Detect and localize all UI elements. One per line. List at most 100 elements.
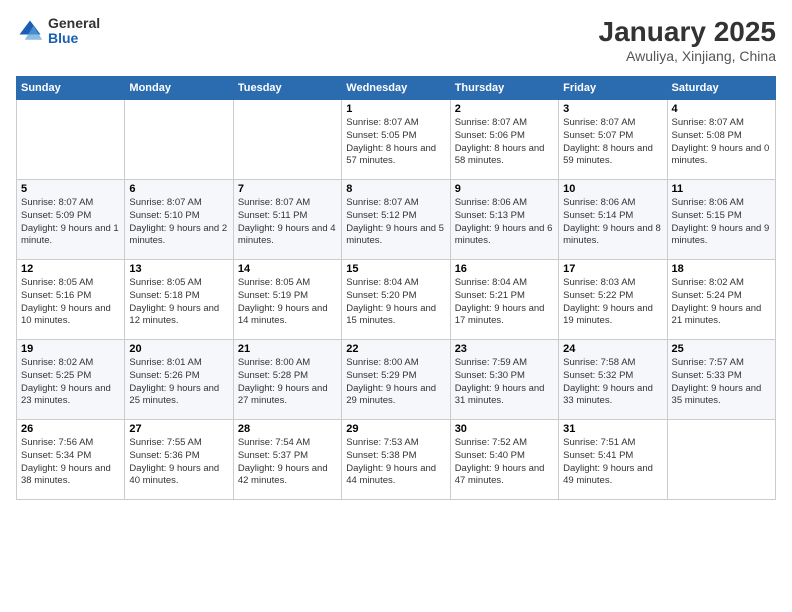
calendar-cell: 13 Sunrise: 8:05 AM Sunset: 5:18 PM Dayli… [125, 260, 233, 340]
calendar-cell: 21 Sunrise: 8:00 AM Sunset: 5:28 PM Dayli… [233, 340, 341, 420]
week-row-3: 12 Sunrise: 8:05 AM Sunset: 5:16 PM Dayli… [17, 260, 776, 340]
day-info: Sunrise: 8:07 AM Sunset: 5:08 PM Dayligh… [672, 117, 771, 168]
weekday-header-sunday: Sunday [17, 77, 125, 100]
day-info: Sunrise: 7:57 AM Sunset: 5:33 PM Dayligh… [672, 357, 771, 408]
logo: General Blue [16, 16, 100, 47]
day-number: 28 [238, 423, 337, 435]
calendar-cell [17, 100, 125, 180]
day-info: Sunrise: 8:00 AM Sunset: 5:29 PM Dayligh… [346, 357, 445, 408]
day-info: Sunrise: 8:07 AM Sunset: 5:05 PM Dayligh… [346, 117, 445, 168]
day-number: 20 [129, 343, 228, 355]
location-title: Awuliya, Xinjiang, China [599, 48, 776, 64]
day-number: 15 [346, 263, 445, 275]
day-number: 31 [563, 423, 662, 435]
calendar-cell: 5Sunrise: 8:07 AM Sunset: 5:09 PM Daylig… [17, 180, 125, 260]
calendar-cell: 12 Sunrise: 8:05 AM Sunset: 5:16 PM Dayli… [17, 260, 125, 340]
calendar-table: SundayMondayTuesdayWednesdayThursdayFrid… [16, 76, 776, 500]
day-number: 9 [455, 183, 554, 195]
day-number: 12 [21, 263, 120, 275]
day-info: Sunrise: 7:59 AM Sunset: 5:30 PM Dayligh… [455, 357, 554, 408]
calendar-cell: 24 Sunrise: 7:58 AM Sunset: 5:32 PM Dayli… [559, 340, 667, 420]
day-number: 2 [455, 103, 554, 115]
weekday-header-thursday: Thursday [450, 77, 558, 100]
day-number: 30 [455, 423, 554, 435]
day-info: Sunrise: 8:07 AM Sunset: 5:11 PM Dayligh… [238, 197, 337, 248]
day-info: Sunrise: 7:58 AM Sunset: 5:32 PM Dayligh… [563, 357, 662, 408]
day-number: 19 [21, 343, 120, 355]
calendar-cell: 7 Sunrise: 8:07 AM Sunset: 5:11 PM Daylig… [233, 180, 341, 260]
day-number: 23 [455, 343, 554, 355]
calendar-cell: 20Sunrise: 8:01 AM Sunset: 5:26 PM Dayli… [125, 340, 233, 420]
weekday-header-row: SundayMondayTuesdayWednesdayThursdayFrid… [17, 77, 776, 100]
calendar-cell: 17 Sunrise: 8:03 AM Sunset: 5:22 PM Dayli… [559, 260, 667, 340]
weekday-header-monday: Monday [125, 77, 233, 100]
weekday-header-tuesday: Tuesday [233, 77, 341, 100]
calendar-cell: 16 Sunrise: 8:04 AM Sunset: 5:21 PM Dayli… [450, 260, 558, 340]
day-info: Sunrise: 8:05 AM Sunset: 5:16 PM Dayligh… [21, 277, 120, 328]
day-number: 8 [346, 183, 445, 195]
day-number: 24 [563, 343, 662, 355]
weekday-header-saturday: Saturday [667, 77, 775, 100]
calendar-cell: 9Sunrise: 8:06 AM Sunset: 5:13 PM Daylig… [450, 180, 558, 260]
day-number: 21 [238, 343, 337, 355]
day-info: Sunrise: 8:02 AM Sunset: 5:24 PM Dayligh… [672, 277, 771, 328]
calendar-cell: 27 Sunrise: 7:55 AM Sunset: 5:36 PM Dayli… [125, 420, 233, 500]
day-number: 14 [238, 263, 337, 275]
page-header: General Blue January 2025 Awuliya, Xinji… [16, 16, 776, 64]
day-info: Sunrise: 8:04 AM Sunset: 5:21 PM Dayligh… [455, 277, 554, 328]
calendar-cell: 4 Sunrise: 8:07 AM Sunset: 5:08 PM Daylig… [667, 100, 775, 180]
day-info: Sunrise: 8:07 AM Sunset: 5:07 PM Dayligh… [563, 117, 662, 168]
calendar-cell: 31 Sunrise: 7:51 AM Sunset: 5:41 PM Dayli… [559, 420, 667, 500]
day-info: Sunrise: 8:06 AM Sunset: 5:14 PM Dayligh… [563, 197, 662, 248]
calendar-cell [125, 100, 233, 180]
day-info: Sunrise: 8:06 AM Sunset: 5:15 PM Dayligh… [672, 197, 771, 248]
day-number: 11 [672, 183, 771, 195]
day-info: Sunrise: 8:03 AM Sunset: 5:22 PM Dayligh… [563, 277, 662, 328]
day-info: Sunrise: 7:54 AM Sunset: 5:37 PM Dayligh… [238, 437, 337, 488]
calendar-cell: 2Sunrise: 8:07 AM Sunset: 5:06 PM Daylig… [450, 100, 558, 180]
day-number: 3 [563, 103, 662, 115]
day-info: Sunrise: 8:07 AM Sunset: 5:10 PM Dayligh… [129, 197, 228, 248]
day-info: Sunrise: 8:05 AM Sunset: 5:18 PM Dayligh… [129, 277, 228, 328]
calendar-cell: 25Sunrise: 7:57 AM Sunset: 5:33 PM Dayli… [667, 340, 775, 420]
calendar-cell: 8Sunrise: 8:07 AM Sunset: 5:12 PM Daylig… [342, 180, 450, 260]
day-number: 18 [672, 263, 771, 275]
weekday-header-wednesday: Wednesday [342, 77, 450, 100]
calendar-cell: 30Sunrise: 7:52 AM Sunset: 5:40 PM Dayli… [450, 420, 558, 500]
day-info: Sunrise: 7:55 AM Sunset: 5:36 PM Dayligh… [129, 437, 228, 488]
day-number: 17 [563, 263, 662, 275]
week-row-5: 26 Sunrise: 7:56 AM Sunset: 5:34 PM Dayli… [17, 420, 776, 500]
day-number: 29 [346, 423, 445, 435]
day-number: 13 [129, 263, 228, 275]
day-number: 16 [455, 263, 554, 275]
logo-general-text: General [48, 16, 100, 31]
calendar-cell: 23 Sunrise: 7:59 AM Sunset: 5:30 PM Dayli… [450, 340, 558, 420]
day-info: Sunrise: 8:07 AM Sunset: 5:09 PM Dayligh… [21, 197, 120, 248]
day-number: 6 [129, 183, 228, 195]
calendar-cell: 10 Sunrise: 8:06 AM Sunset: 5:14 PM Dayli… [559, 180, 667, 260]
day-info: Sunrise: 7:56 AM Sunset: 5:34 PM Dayligh… [21, 437, 120, 488]
weekday-header-friday: Friday [559, 77, 667, 100]
day-number: 7 [238, 183, 337, 195]
day-number: 27 [129, 423, 228, 435]
week-row-2: 5Sunrise: 8:07 AM Sunset: 5:09 PM Daylig… [17, 180, 776, 260]
day-number: 26 [21, 423, 120, 435]
day-info: Sunrise: 7:51 AM Sunset: 5:41 PM Dayligh… [563, 437, 662, 488]
day-info: Sunrise: 8:00 AM Sunset: 5:28 PM Dayligh… [238, 357, 337, 408]
calendar-cell: 26 Sunrise: 7:56 AM Sunset: 5:34 PM Dayli… [17, 420, 125, 500]
week-row-4: 19Sunrise: 8:02 AM Sunset: 5:25 PM Dayli… [17, 340, 776, 420]
logo-text: General Blue [48, 16, 100, 47]
day-number: 10 [563, 183, 662, 195]
calendar-cell: 15Sunrise: 8:04 AM Sunset: 5:20 PM Dayli… [342, 260, 450, 340]
logo-icon [16, 17, 44, 45]
calendar-cell: 29 Sunrise: 7:53 AM Sunset: 5:38 PM Dayli… [342, 420, 450, 500]
calendar-cell: 11 Sunrise: 8:06 AM Sunset: 5:15 PM Dayli… [667, 180, 775, 260]
calendar-cell: 22Sunrise: 8:00 AM Sunset: 5:29 PM Dayli… [342, 340, 450, 420]
day-number: 4 [672, 103, 771, 115]
logo-blue-text: Blue [48, 31, 100, 46]
day-number: 1 [346, 103, 445, 115]
calendar-cell: 28 Sunrise: 7:54 AM Sunset: 5:37 PM Dayli… [233, 420, 341, 500]
day-info: Sunrise: 7:53 AM Sunset: 5:38 PM Dayligh… [346, 437, 445, 488]
week-row-1: 1 Sunrise: 8:07 AM Sunset: 5:05 PM Daylig… [17, 100, 776, 180]
calendar-cell [233, 100, 341, 180]
